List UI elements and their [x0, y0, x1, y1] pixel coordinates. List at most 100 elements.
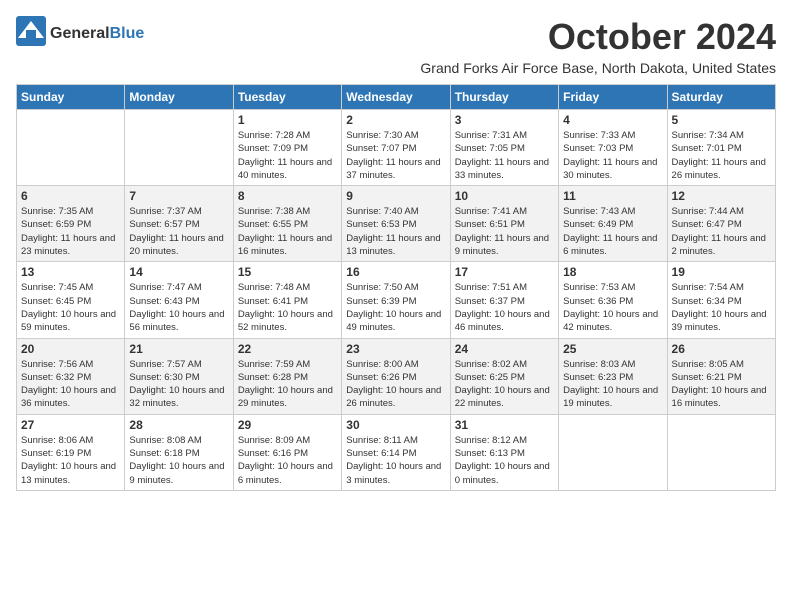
- day-info: Sunrise: 7:41 AM Sunset: 6:51 PM Dayligh…: [455, 205, 554, 258]
- table-cell: 17 Sunrise: 7:51 AM Sunset: 6:37 PM Dayli…: [450, 262, 558, 338]
- day-info: Sunrise: 7:53 AM Sunset: 6:36 PM Dayligh…: [563, 281, 662, 334]
- day-info: Sunrise: 8:02 AM Sunset: 6:25 PM Dayligh…: [455, 358, 554, 411]
- logo-text: GeneralBlue: [50, 25, 144, 43]
- day-number: 9: [346, 189, 445, 203]
- col-tuesday: Tuesday: [233, 85, 341, 110]
- day-number: 8: [238, 189, 337, 203]
- day-number: 3: [455, 113, 554, 127]
- day-number: 2: [346, 113, 445, 127]
- day-info: Sunrise: 7:40 AM Sunset: 6:53 PM Dayligh…: [346, 205, 445, 258]
- day-info: Sunrise: 8:12 AM Sunset: 6:13 PM Dayligh…: [455, 434, 554, 487]
- day-number: 24: [455, 342, 554, 356]
- day-number: 10: [455, 189, 554, 203]
- day-info: Sunrise: 8:00 AM Sunset: 6:26 PM Dayligh…: [346, 358, 445, 411]
- table-cell: 12 Sunrise: 7:44 AM Sunset: 6:47 PM Dayli…: [667, 186, 775, 262]
- day-info: Sunrise: 7:54 AM Sunset: 6:34 PM Dayligh…: [672, 281, 771, 334]
- logo-blue: Blue: [110, 25, 145, 42]
- week-row-5: 27 Sunrise: 8:06 AM Sunset: 6:19 PM Dayli…: [17, 414, 776, 490]
- header-row: Sunday Monday Tuesday Wednesday Thursday…: [17, 85, 776, 110]
- calendar-subtitle: Grand Forks Air Force Base, North Dakota…: [420, 60, 776, 76]
- day-number: 5: [672, 113, 771, 127]
- col-friday: Friday: [559, 85, 667, 110]
- title-section: October 2024 Grand Forks Air Force Base,…: [420, 16, 776, 76]
- table-cell: [17, 110, 125, 186]
- day-info: Sunrise: 8:11 AM Sunset: 6:14 PM Dayligh…: [346, 434, 445, 487]
- table-cell: 1Sunrise: 7:28 AM Sunset: 7:09 PM Daylig…: [233, 110, 341, 186]
- day-number: 18: [563, 265, 662, 279]
- day-info: Sunrise: 7:34 AM Sunset: 7:01 PM Dayligh…: [672, 129, 771, 182]
- logo-icon: [16, 16, 46, 51]
- table-cell: 16 Sunrise: 7:50 AM Sunset: 6:39 PM Dayli…: [342, 262, 450, 338]
- day-info: Sunrise: 8:05 AM Sunset: 6:21 PM Dayligh…: [672, 358, 771, 411]
- day-info: Sunrise: 7:51 AM Sunset: 6:37 PM Dayligh…: [455, 281, 554, 334]
- col-sunday: Sunday: [17, 85, 125, 110]
- day-info: Sunrise: 7:37 AM Sunset: 6:57 PM Dayligh…: [129, 205, 228, 258]
- day-number: 14: [129, 265, 228, 279]
- table-cell: 26 Sunrise: 8:05 AM Sunset: 6:21 PM Dayli…: [667, 338, 775, 414]
- day-number: 13: [21, 265, 120, 279]
- day-number: 31: [455, 418, 554, 432]
- day-number: 6: [21, 189, 120, 203]
- table-cell: 29 Sunrise: 8:09 AM Sunset: 6:16 PM Dayli…: [233, 414, 341, 490]
- day-number: 29: [238, 418, 337, 432]
- day-number: 17: [455, 265, 554, 279]
- day-number: 27: [21, 418, 120, 432]
- day-info: Sunrise: 8:08 AM Sunset: 6:18 PM Dayligh…: [129, 434, 228, 487]
- day-info: Sunrise: 7:48 AM Sunset: 6:41 PM Dayligh…: [238, 281, 337, 334]
- day-info: Sunrise: 7:56 AM Sunset: 6:32 PM Dayligh…: [21, 358, 120, 411]
- table-cell: 23Sunrise: 8:00 AM Sunset: 6:26 PM Dayli…: [342, 338, 450, 414]
- week-row-2: 6 Sunrise: 7:35 AM Sunset: 6:59 PM Daylig…: [17, 186, 776, 262]
- table-cell: [559, 414, 667, 490]
- day-number: 16: [346, 265, 445, 279]
- day-info: Sunrise: 8:09 AM Sunset: 6:16 PM Dayligh…: [238, 434, 337, 487]
- day-number: 22: [238, 342, 337, 356]
- day-number: 19: [672, 265, 771, 279]
- table-cell: 8 Sunrise: 7:38 AM Sunset: 6:55 PM Daylig…: [233, 186, 341, 262]
- day-info: Sunrise: 7:44 AM Sunset: 6:47 PM Dayligh…: [672, 205, 771, 258]
- day-number: 21: [129, 342, 228, 356]
- day-number: 15: [238, 265, 337, 279]
- table-cell: 15 Sunrise: 7:48 AM Sunset: 6:41 PM Dayli…: [233, 262, 341, 338]
- table-cell: 5 Sunrise: 7:34 AM Sunset: 7:01 PM Daylig…: [667, 110, 775, 186]
- table-cell: 10 Sunrise: 7:41 AM Sunset: 6:51 PM Dayli…: [450, 186, 558, 262]
- table-cell: 20 Sunrise: 7:56 AM Sunset: 6:32 PM Dayli…: [17, 338, 125, 414]
- table-cell: 30Sunrise: 8:11 AM Sunset: 6:14 PM Dayli…: [342, 414, 450, 490]
- table-cell: [125, 110, 233, 186]
- table-cell: 3 Sunrise: 7:31 AM Sunset: 7:05 PM Daylig…: [450, 110, 558, 186]
- col-monday: Monday: [125, 85, 233, 110]
- table-cell: 18 Sunrise: 7:53 AM Sunset: 6:36 PM Dayli…: [559, 262, 667, 338]
- table-cell: [667, 414, 775, 490]
- day-info: Sunrise: 7:45 AM Sunset: 6:45 PM Dayligh…: [21, 281, 120, 334]
- day-info: Sunrise: 7:43 AM Sunset: 6:49 PM Dayligh…: [563, 205, 662, 258]
- page-header: GeneralBlue October 2024 Grand Forks Air…: [16, 16, 776, 76]
- calendar-table: Sunday Monday Tuesday Wednesday Thursday…: [16, 84, 776, 491]
- week-row-3: 13 Sunrise: 7:45 AM Sunset: 6:45 PM Dayli…: [17, 262, 776, 338]
- table-cell: 22 Sunrise: 7:59 AM Sunset: 6:28 PM Dayli…: [233, 338, 341, 414]
- col-saturday: Saturday: [667, 85, 775, 110]
- table-cell: 9 Sunrise: 7:40 AM Sunset: 6:53 PM Daylig…: [342, 186, 450, 262]
- day-info: Sunrise: 7:35 AM Sunset: 6:59 PM Dayligh…: [21, 205, 120, 258]
- table-cell: 24 Sunrise: 8:02 AM Sunset: 6:25 PM Dayli…: [450, 338, 558, 414]
- table-cell: 25Sunrise: 8:03 AM Sunset: 6:23 PM Dayli…: [559, 338, 667, 414]
- logo-general: General: [50, 25, 110, 42]
- week-row-4: 20 Sunrise: 7:56 AM Sunset: 6:32 PM Dayli…: [17, 338, 776, 414]
- day-info: Sunrise: 7:31 AM Sunset: 7:05 PM Dayligh…: [455, 129, 554, 182]
- day-number: 7: [129, 189, 228, 203]
- day-info: Sunrise: 7:59 AM Sunset: 6:28 PM Dayligh…: [238, 358, 337, 411]
- day-info: Sunrise: 7:50 AM Sunset: 6:39 PM Dayligh…: [346, 281, 445, 334]
- day-info: Sunrise: 8:06 AM Sunset: 6:19 PM Dayligh…: [21, 434, 120, 487]
- day-number: 28: [129, 418, 228, 432]
- day-info: Sunrise: 8:03 AM Sunset: 6:23 PM Dayligh…: [563, 358, 662, 411]
- table-cell: 13 Sunrise: 7:45 AM Sunset: 6:45 PM Dayli…: [17, 262, 125, 338]
- day-info: Sunrise: 7:38 AM Sunset: 6:55 PM Dayligh…: [238, 205, 337, 258]
- day-number: 4: [563, 113, 662, 127]
- table-cell: 14Sunrise: 7:47 AM Sunset: 6:43 PM Dayli…: [125, 262, 233, 338]
- table-cell: 21Sunrise: 7:57 AM Sunset: 6:30 PM Dayli…: [125, 338, 233, 414]
- day-number: 12: [672, 189, 771, 203]
- day-info: Sunrise: 7:30 AM Sunset: 7:07 PM Dayligh…: [346, 129, 445, 182]
- day-number: 20: [21, 342, 120, 356]
- day-number: 1: [238, 113, 337, 127]
- day-number: 26: [672, 342, 771, 356]
- table-cell: 2 Sunrise: 7:30 AM Sunset: 7:07 PM Daylig…: [342, 110, 450, 186]
- table-cell: 28 Sunrise: 8:08 AM Sunset: 6:18 PM Dayli…: [125, 414, 233, 490]
